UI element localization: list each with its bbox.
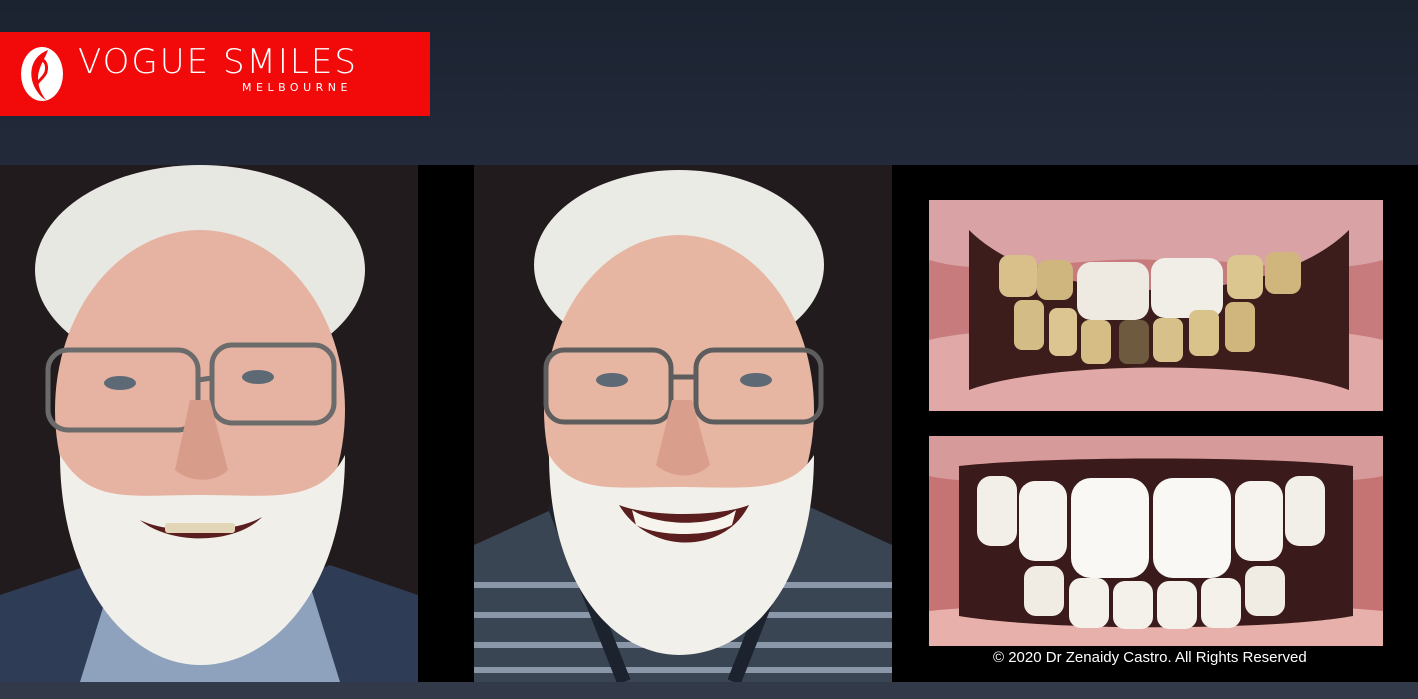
brand-banner[interactable]: VOGUE SMILES MELBOURNE [0,32,430,116]
copyright-notice: © 2020 Dr Zenaidy Castro. All Rights Res… [993,649,1307,666]
after-portrait-photo [474,165,892,682]
before-teeth-photo [929,200,1383,411]
teeth-photo-icon [929,200,1383,411]
logo-icon [21,47,63,101]
before-portrait-photo [0,165,418,682]
before-after-gallery: © 2020 Dr Zenaidy Castro. All Rights Res… [0,165,1418,682]
teeth-photo-icon [929,436,1383,646]
portrait-photo-icon [474,165,892,682]
brand-city: MELBOURNE [242,81,352,94]
footer-band [0,682,1418,699]
brand-name: VOGUE SMILES [78,42,358,82]
after-teeth-photo [929,436,1383,646]
portrait-photo-icon [0,165,418,682]
